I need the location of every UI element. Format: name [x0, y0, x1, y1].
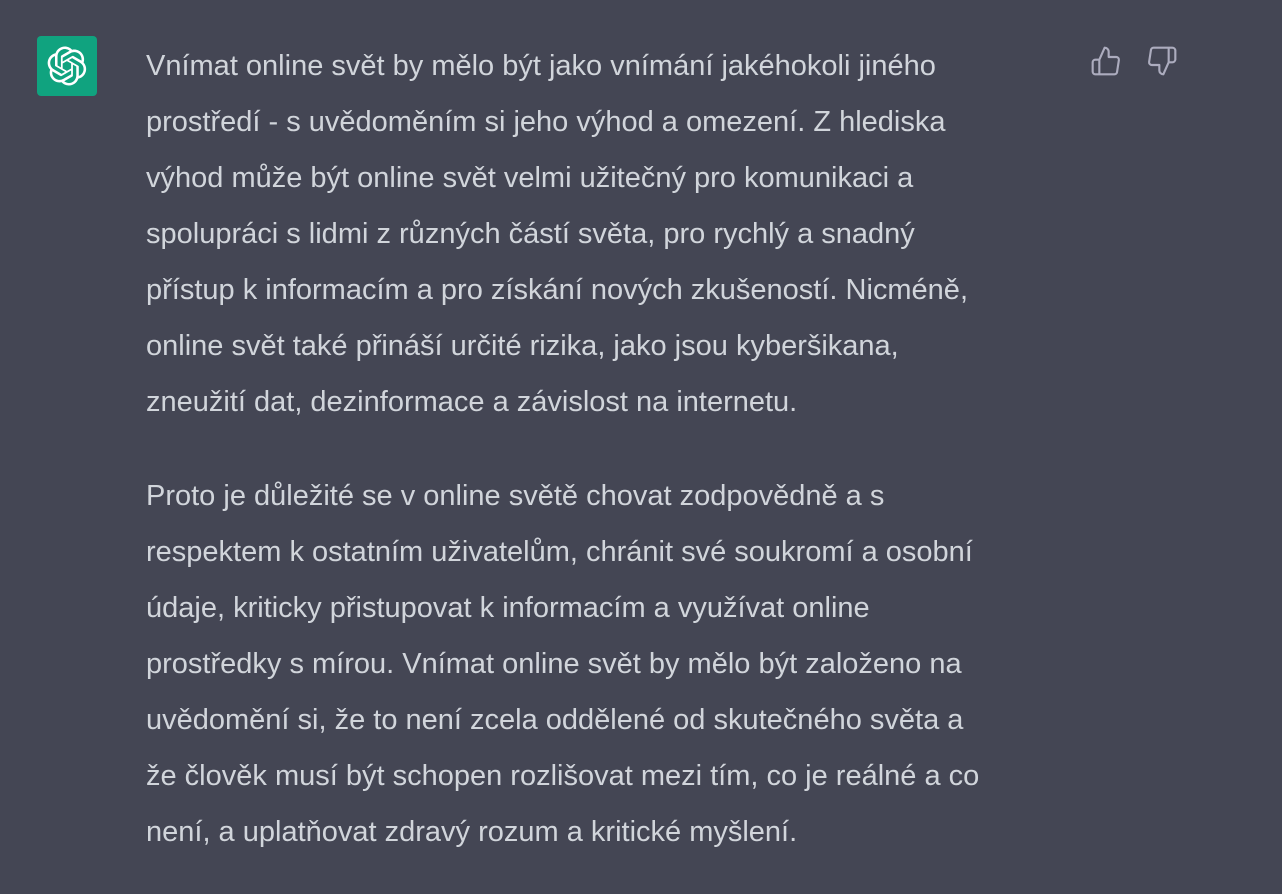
- message-content: Vnímat online svět by mělo být jako vním…: [146, 38, 1066, 894]
- thumbs-down-icon: [1148, 46, 1177, 76]
- paragraph-line: že člověk musí být schopen rozlišovat me…: [146, 760, 980, 792]
- assistant-avatar: [37, 36, 97, 96]
- paragraph-line: Proto je důležité se v online světě chov…: [146, 480, 885, 512]
- feedback-buttons: [1090, 44, 1178, 78]
- thumbs-down-button[interactable]: [1146, 44, 1178, 78]
- paragraph-line: není, a uplatňovat zdravý rozum a kritic…: [146, 816, 798, 848]
- paragraph-line: zneužití dat, dezinformace a závislost n…: [146, 386, 798, 418]
- thumbs-up-button[interactable]: [1090, 44, 1122, 78]
- thumbs-up-icon: [1091, 46, 1120, 76]
- paragraph-line: přístup k informacím a pro získání novýc…: [146, 274, 968, 306]
- assistant-message: Vnímat online svět by mělo být jako vním…: [0, 0, 1282, 894]
- paragraph-line: respektem k ostatním uživatelům, chránit…: [146, 536, 973, 568]
- paragraph-line: Vnímat online svět by mělo být jako vním…: [146, 50, 936, 82]
- paragraph-line: údaje, kriticky přistupovat k informacím…: [146, 592, 870, 624]
- paragraph-line: spolupráci s lidmi z různých částí světa…: [146, 218, 915, 250]
- paragraph-line: prostředky s mírou. Vnímat online svět b…: [146, 648, 962, 680]
- paragraph-line: uvědomění si, že to není zcela oddělené …: [146, 704, 964, 736]
- paragraph-line: prostředí - s uvědoměním si jeho výhod a…: [146, 106, 946, 138]
- paragraph-line: online svět také přináší určité rizika, …: [146, 330, 899, 362]
- openai-logo-icon: [47, 46, 87, 86]
- paragraph-line: výhod může být online svět velmi užitečn…: [146, 162, 914, 194]
- message-paragraph-1: Vnímat online svět by mělo být jako vním…: [146, 38, 1066, 430]
- message-paragraph-2: Proto je důležité se v online světě chov…: [146, 468, 1066, 860]
